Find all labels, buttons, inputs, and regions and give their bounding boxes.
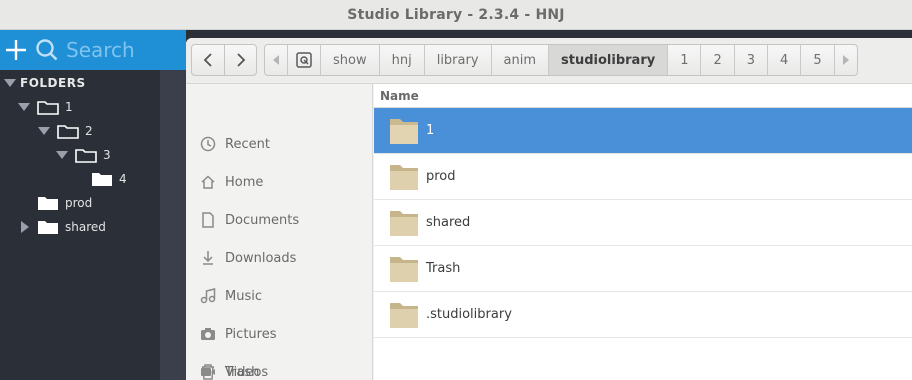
- place-pictures[interactable]: Pictures: [200, 324, 276, 344]
- path-bar: show hnj library anim studiolibrary 1 2 …: [186, 38, 912, 84]
- folder-icon: [38, 197, 58, 210]
- tree-item-2[interactable]: 2: [38, 121, 93, 141]
- crumb-scroll-left[interactable]: [265, 45, 287, 75]
- folder-tree: FOLDERS 1 2 3 4 prod shared: [0, 70, 160, 380]
- folder-open-icon: [57, 125, 79, 139]
- place-trash[interactable]: Trash: [200, 362, 259, 380]
- document-icon: [202, 212, 214, 228]
- place-documents[interactable]: Documents: [200, 210, 299, 230]
- places-sidebar: Recent Home Documents Downloads Music Pi…: [186, 84, 373, 380]
- folder-open-icon: [37, 101, 59, 115]
- folder-icon: [390, 256, 418, 282]
- expand-arrow-icon[interactable]: [38, 127, 50, 135]
- clock-icon: [200, 136, 216, 152]
- crumb-5[interactable]: 5: [800, 45, 833, 75]
- crumb-scroll-right[interactable]: [833, 45, 857, 75]
- crumb-2[interactable]: 2: [700, 45, 733, 75]
- folders-header[interactable]: FOLDERS: [4, 76, 86, 90]
- crumb-1[interactable]: 1: [667, 45, 700, 75]
- crumb-4[interactable]: 4: [767, 45, 800, 75]
- crumb-3[interactable]: 3: [733, 45, 767, 75]
- folder-icon: [390, 164, 418, 190]
- crumb-show[interactable]: show: [320, 45, 379, 75]
- home-icon: [201, 175, 215, 189]
- place-recent[interactable]: Recent: [200, 134, 270, 154]
- file-list: Name 1 prod shared Trash .studiolibrary: [374, 84, 912, 380]
- library-scrollbar[interactable]: [160, 70, 186, 380]
- crumb-hnj[interactable]: hnj: [378, 45, 424, 75]
- expand-arrow-icon[interactable]: [56, 151, 68, 159]
- folder-open-icon: [75, 149, 97, 163]
- folder-icon: [390, 302, 418, 328]
- crumb-anim[interactable]: anim: [490, 45, 548, 75]
- file-row[interactable]: .studiolibrary: [374, 292, 912, 338]
- collapse-arrow-icon[interactable]: [4, 79, 16, 87]
- plus-icon[interactable]: [0, 30, 32, 70]
- search-icon[interactable]: [32, 30, 62, 70]
- crumb-drive[interactable]: [287, 45, 320, 75]
- back-button[interactable]: [192, 45, 224, 75]
- column-header-name[interactable]: Name: [374, 84, 912, 108]
- camera-icon: [201, 328, 215, 340]
- folder-icon: [38, 221, 58, 234]
- file-row[interactable]: prod: [374, 154, 912, 200]
- download-icon: [203, 251, 213, 265]
- folder-icon: [390, 210, 418, 236]
- file-chooser-dialog: show hnj library anim studiolibrary 1 2 …: [186, 38, 912, 380]
- expand-arrow-icon[interactable]: [18, 103, 30, 111]
- chevron-right-icon: [236, 53, 245, 67]
- tree-item-1[interactable]: 1: [18, 97, 73, 117]
- tree-item-4[interactable]: 4: [91, 169, 127, 189]
- file-row[interactable]: Trash: [374, 246, 912, 292]
- triangle-right-icon: [842, 55, 849, 65]
- chevron-left-icon: [203, 53, 212, 67]
- forward-button[interactable]: [224, 45, 256, 75]
- place-home[interactable]: Home: [200, 172, 263, 192]
- place-music[interactable]: Music: [200, 286, 262, 306]
- crumb-library[interactable]: library: [423, 45, 491, 75]
- file-row[interactable]: 1: [374, 108, 912, 154]
- file-row[interactable]: shared: [374, 200, 912, 246]
- music-icon: [200, 288, 216, 304]
- folder-icon: [390, 118, 418, 144]
- window-title: Studio Library - 2.3.4 - HNJ: [347, 6, 565, 23]
- tree-item-prod[interactable]: prod: [37, 193, 92, 213]
- trash-icon: [202, 364, 214, 380]
- place-downloads[interactable]: Downloads: [200, 248, 296, 268]
- breadcrumb: show hnj library anim studiolibrary 1 2 …: [264, 44, 858, 76]
- library-toolbar: Search: [0, 30, 186, 70]
- expand-arrow-icon[interactable]: [21, 221, 29, 233]
- drive-icon: [296, 52, 312, 68]
- window-titlebar: Studio Library - 2.3.4 - HNJ: [0, 0, 912, 30]
- folder-icon: [92, 173, 112, 186]
- crumb-studiolibrary[interactable]: studiolibrary: [548, 45, 668, 75]
- history-nav: [191, 44, 257, 76]
- tree-item-3[interactable]: 3: [56, 145, 111, 165]
- search-input[interactable]: Search: [66, 38, 135, 62]
- tree-item-shared[interactable]: shared: [21, 217, 106, 237]
- triangle-left-icon: [273, 55, 279, 65]
